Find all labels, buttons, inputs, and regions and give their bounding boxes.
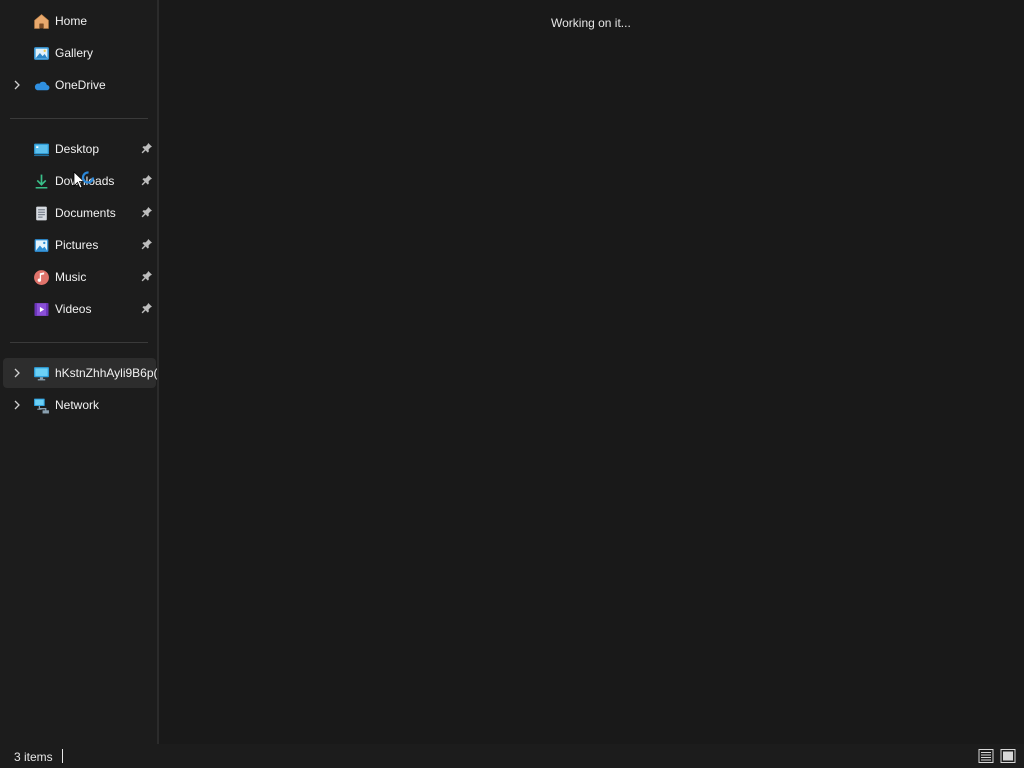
sidebar-item-label: Gallery — [55, 46, 94, 60]
sidebar-item-label: hKstnZhhAyli9B6p( — [55, 366, 157, 380]
sidebar-item-music[interactable]: Music — [3, 262, 156, 292]
pin-icon[interactable] — [141, 206, 153, 218]
sidebar-item-onedrive[interactable]: OneDrive — [3, 70, 156, 100]
file-explorer-window: Home Gallery OneDrive Desktop Downloads … — [0, 0, 1024, 768]
sidebar-item-label: Home — [55, 14, 88, 28]
sidebar-divider — [10, 118, 148, 119]
sidebar-item-label: Downloads — [55, 174, 115, 188]
sidebar-item-label: Documents — [55, 206, 116, 220]
sidebar-item-label: Pictures — [55, 238, 99, 252]
sidebar-divider — [10, 342, 148, 343]
sidebar-item-label: Music — [55, 270, 87, 284]
onedrive-icon — [34, 81, 50, 91]
chevron-right-icon[interactable] — [11, 399, 23, 411]
details-view-icon[interactable] — [978, 748, 994, 764]
pin-icon[interactable] — [141, 270, 153, 282]
sidebar-item-documents[interactable]: Documents — [3, 198, 156, 228]
desktop-folder-icon — [34, 143, 49, 157]
sidebar-item-pictures[interactable]: Pictures — [3, 230, 156, 260]
status-bar: 3 items — [0, 744, 1024, 768]
sidebar-item-desktop[interactable]: Desktop — [3, 134, 156, 164]
chevron-right-icon[interactable] — [11, 367, 23, 379]
music-icon — [34, 270, 49, 285]
item-count: 3 items — [14, 750, 53, 764]
large-icons-view-icon[interactable] — [1000, 748, 1016, 764]
pin-icon[interactable] — [141, 174, 153, 186]
pictures-icon — [34, 239, 49, 252]
pin-icon[interactable] — [141, 302, 153, 314]
documents-icon — [36, 206, 47, 221]
loading-message: Working on it... — [551, 16, 631, 30]
sidebar-item-label: OneDrive — [55, 78, 106, 92]
sidebar-item-videos[interactable]: Videos — [3, 294, 156, 324]
navigation-pane[interactable]: Home Gallery OneDrive Desktop Downloads … — [0, 0, 157, 744]
sidebar-item-this-pc[interactable]: hKstnZhhAyli9B6p( — [3, 358, 157, 388]
gallery-icon — [34, 47, 49, 60]
sidebar-item-label: Network — [55, 398, 100, 412]
sidebar-item-gallery[interactable]: Gallery — [3, 38, 156, 68]
pin-icon[interactable] — [141, 238, 153, 250]
home-icon — [34, 14, 49, 29]
status-separator — [62, 749, 63, 763]
videos-icon — [34, 303, 49, 316]
chevron-right-icon[interactable] — [11, 79, 23, 91]
sidebar-item-label: Videos — [55, 302, 92, 316]
downloads-icon — [35, 174, 48, 189]
this-pc-icon — [34, 367, 49, 381]
sidebar-item-downloads[interactable]: Downloads — [3, 166, 156, 196]
pin-icon[interactable] — [141, 142, 153, 154]
network-icon — [34, 398, 49, 414]
sidebar-item-network[interactable]: Network — [3, 390, 156, 420]
sidebar-item-label: Desktop — [55, 142, 100, 156]
sidebar-item-home[interactable]: Home — [3, 6, 156, 36]
pane-resize-handle[interactable] — [157, 0, 159, 744]
